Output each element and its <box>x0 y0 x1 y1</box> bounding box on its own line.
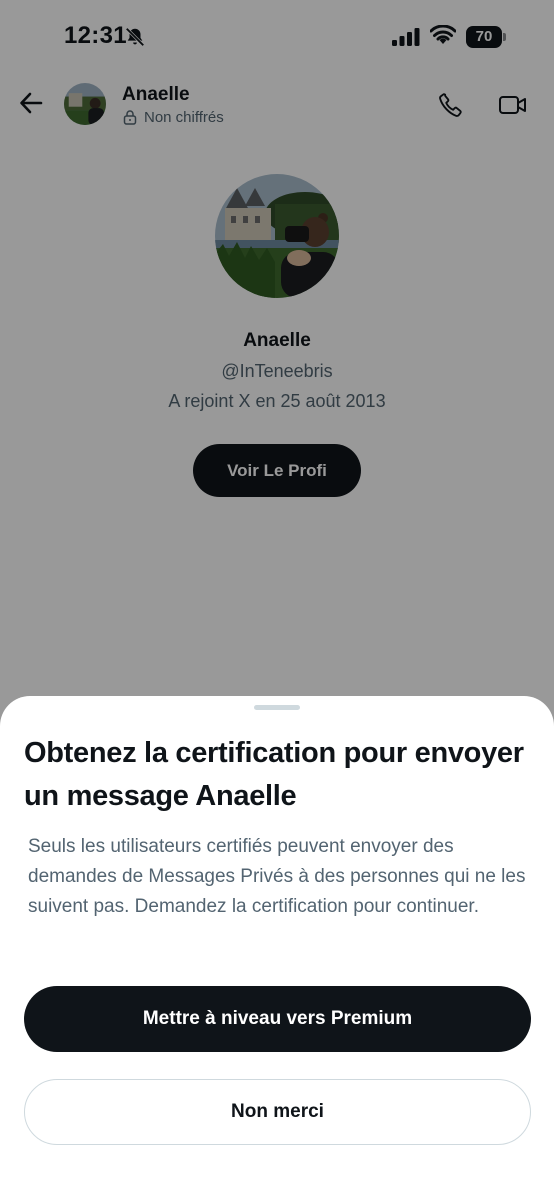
dm-screen: 12:31 70 Anaelle Non chiffrés Anaelle @I… <box>0 0 554 1200</box>
sheet-title: Obtenez la certification pour envoyer un… <box>24 737 524 812</box>
no-thanks-button[interactable]: Non merci <box>24 1079 531 1145</box>
verification-bottom-sheet: Obtenez la certification pour envoyer un… <box>0 696 554 1200</box>
upgrade-premium-button[interactable]: Mettre à niveau vers Premium <box>24 986 531 1052</box>
sheet-description: Seuls les utilisateurs certifiés peuvent… <box>28 836 526 917</box>
sheet-grabber-handle[interactable] <box>254 705 300 710</box>
